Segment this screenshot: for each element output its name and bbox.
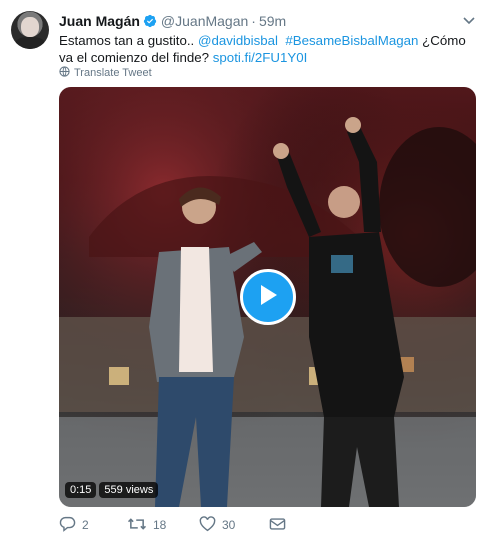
tweet-text-plain: Estamos tan a gustito.. [59,33,198,48]
tweet-card[interactable]: Juan Magán @JuanMagan · 59m Estamos tan … [0,0,489,538]
heart-icon [199,515,216,535]
hashtag-link[interactable]: #BesameBisbalMagan [285,33,418,48]
timestamp[interactable]: 59m [259,13,286,29]
like-button[interactable]: 30 [199,515,269,535]
avatar[interactable] [11,11,49,49]
avatar-shirt [15,37,45,49]
mention-link[interactable]: @davidbisbal [198,33,278,48]
retweet-icon [127,516,147,535]
retweet-count: 18 [153,518,167,532]
url-link[interactable]: spoti.fi/2FU1Y0I [213,50,308,65]
translate-label: Translate Tweet [74,67,152,79]
tweet-header: Juan Magán @JuanMagan · 59m [59,11,469,31]
author-name[interactable]: Juan Magán [59,13,140,29]
reply-count: 2 [82,518,89,532]
play-button[interactable] [240,269,296,325]
retweet-button[interactable]: 18 [127,516,199,535]
video-player[interactable]: 0:15 559 views [59,87,476,507]
separator-dot: · [251,13,256,29]
chevron-down-icon[interactable] [461,12,477,28]
reply-icon [59,516,76,535]
play-icon [257,283,279,312]
avatar-face [21,17,39,37]
video-badges: 0:15 559 views [65,482,159,498]
author-handle[interactable]: @JuanMagan [161,13,248,29]
globe-icon [59,66,70,80]
reply-button[interactable]: 2 [59,516,127,535]
like-count: 30 [222,518,236,532]
translate-tweet-button[interactable]: Translate Tweet [59,66,152,80]
tweet-actions: 2 18 30 [59,515,477,535]
video-duration: 0:15 [65,482,97,498]
tweet-text: Estamos tan a gustito.. @davidbisbal #Be… [59,32,477,66]
video-views: 559 views [99,482,159,498]
verified-badge-icon [143,14,157,28]
envelope-icon [269,517,286,534]
direct-message-button[interactable] [269,517,286,534]
